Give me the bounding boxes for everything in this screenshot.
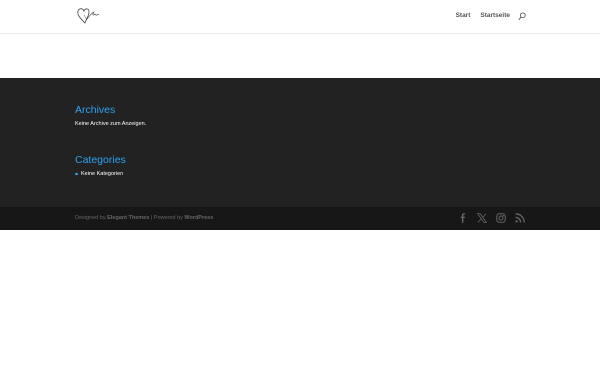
categories-widget: Categories Keine Kategorien	[75, 154, 126, 178]
site-header: Start Startseite	[0, 0, 600, 33]
nav-start[interactable]: Start	[456, 11, 471, 21]
site-footer: Archives Keine Archive zum Anzeigen. Cat…	[0, 78, 600, 207]
archives-widget: Archives Keine Archive zum Anzeigen.	[75, 104, 146, 128]
heart-signature-logo[interactable]	[76, 6, 100, 26]
footer-credits: Designed by Elegant Themes | Powered by …	[75, 215, 213, 222]
instagram-icon[interactable]	[496, 213, 506, 223]
category-label: Keine Kategorien	[81, 171, 124, 177]
credits-prefix: Designed by	[75, 215, 108, 221]
elegant-themes-link[interactable]: Elegant Themes	[107, 215, 149, 221]
bullet-icon	[75, 172, 78, 175]
main-content	[0, 34, 600, 78]
wordpress-link[interactable]: WordPress	[184, 215, 213, 221]
list-item: Keine Kategorien	[75, 170, 126, 178]
nav-startseite[interactable]: Startseite	[480, 11, 510, 21]
categories-title: Categories	[75, 154, 126, 166]
categories-list: Keine Kategorien	[75, 170, 126, 178]
x-icon[interactable]	[477, 213, 487, 223]
facebook-icon[interactable]	[458, 213, 468, 223]
archives-title: Archives	[75, 104, 116, 116]
rss-icon[interactable]	[515, 213, 525, 223]
social-icons	[449, 213, 525, 223]
search-icon[interactable]	[518, 11, 526, 21]
footer-bottom-bar: Designed by Elegant Themes | Powered by …	[0, 207, 600, 230]
credits-separator: | Powered by	[149, 215, 185, 221]
archives-empty-text: Keine Archive zum Anzeigen.	[75, 121, 147, 127]
main-nav: Start Startseite	[446, 11, 526, 21]
